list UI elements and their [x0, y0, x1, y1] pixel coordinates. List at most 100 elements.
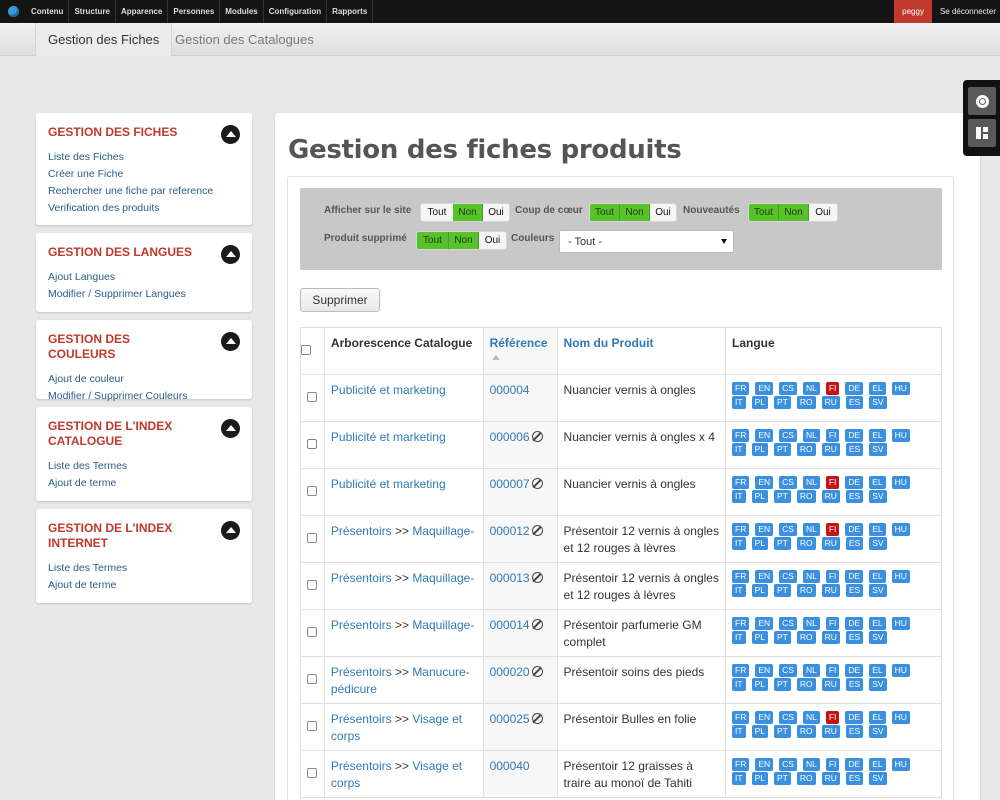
lang-badge[interactable]: RU: [821, 537, 840, 550]
lang-badge[interactable]: SV: [869, 678, 887, 691]
category-link[interactable]: Publicité et marketing: [331, 383, 446, 397]
filter-coup-non[interactable]: Non: [620, 204, 650, 221]
lang-badge[interactable]: EL: [869, 617, 886, 630]
filter-supprime-non[interactable]: Non: [449, 232, 479, 249]
lang-badge[interactable]: HU: [891, 382, 910, 395]
row-checkbox[interactable]: [307, 673, 318, 684]
lang-badge[interactable]: PT: [773, 678, 791, 691]
lang-badge[interactable]: RO: [796, 396, 816, 409]
lang-badge[interactable]: IT: [732, 772, 746, 785]
lang-badge[interactable]: EN: [755, 382, 774, 395]
filter-afficher-tout[interactable]: Tout: [421, 204, 453, 221]
layout-icon[interactable]: [968, 119, 996, 147]
sidebar-link[interactable]: Ajout de couleur: [48, 371, 240, 388]
filter-supprime-oui[interactable]: Oui: [479, 232, 506, 249]
lang-badge[interactable]: HU: [891, 476, 910, 489]
lang-badge[interactable]: EN: [755, 523, 774, 536]
collapse-icon[interactable]: [221, 521, 240, 540]
lang-badge[interactable]: NL: [802, 523, 820, 536]
lang-badge[interactable]: NL: [802, 476, 820, 489]
category-sublink[interactable]: Maquillage-: [412, 571, 474, 585]
lang-badge[interactable]: NL: [802, 382, 820, 395]
lang-badge[interactable]: ES: [845, 631, 864, 644]
lang-badge[interactable]: RU: [821, 725, 840, 738]
row-checkbox[interactable]: [307, 485, 318, 496]
lang-badge[interactable]: EL: [869, 664, 886, 677]
lang-badge[interactable]: PL: [751, 584, 768, 597]
lang-badge[interactable]: FI: [825, 570, 840, 583]
lang-badge[interactable]: CS: [779, 476, 797, 489]
lang-badge[interactable]: RO: [796, 725, 816, 738]
lang-badge[interactable]: SV: [869, 725, 887, 738]
category-link[interactable]: Présentoirs: [331, 571, 392, 585]
lang-badge[interactable]: RU: [821, 772, 840, 785]
lang-badge[interactable]: SV: [869, 631, 887, 644]
lang-badge[interactable]: EL: [869, 429, 886, 442]
lang-badge[interactable]: FI: [825, 523, 840, 536]
category-sublink[interactable]: Maquillage-: [412, 618, 474, 632]
sidebar-link[interactable]: Liste des Termes: [48, 458, 240, 475]
lang-badge[interactable]: DE: [845, 664, 864, 677]
lang-badge[interactable]: ES: [845, 396, 864, 409]
lang-badge[interactable]: FR: [732, 523, 750, 536]
sidebar-link[interactable]: Créer une Fiche: [48, 166, 240, 183]
lang-badge[interactable]: CS: [779, 758, 797, 771]
lang-badge[interactable]: EN: [755, 758, 774, 771]
lang-badge[interactable]: EN: [755, 617, 774, 630]
category-link[interactable]: Présentoirs: [331, 665, 392, 679]
lang-badge[interactable]: RO: [796, 537, 816, 550]
lang-badge[interactable]: DE: [845, 758, 864, 771]
lang-badge[interactable]: CS: [779, 664, 797, 677]
lang-badge[interactable]: FR: [732, 382, 750, 395]
lang-badge[interactable]: FR: [732, 476, 750, 489]
sidebar-link[interactable]: Modifier / Supprimer Couleurs: [48, 388, 240, 405]
reference-link[interactable]: 000004: [490, 383, 530, 397]
lang-badge[interactable]: HU: [891, 429, 910, 442]
lang-badge[interactable]: CS: [779, 523, 797, 536]
lang-badge[interactable]: CS: [779, 711, 797, 724]
reference-link[interactable]: 000014: [490, 618, 530, 632]
lang-badge[interactable]: NL: [802, 570, 820, 583]
lang-badge[interactable]: EN: [755, 476, 774, 489]
lang-badge[interactable]: IT: [732, 537, 746, 550]
lang-badge[interactable]: PT: [773, 396, 791, 409]
lang-badge[interactable]: EN: [755, 429, 774, 442]
col-nom-link[interactable]: Nom du Produit: [564, 336, 654, 350]
col-nom[interactable]: Nom du Produit: [556, 327, 727, 375]
sidebar-link[interactable]: Liste des Termes: [48, 560, 240, 577]
lang-badge[interactable]: ES: [845, 537, 864, 550]
lang-badge[interactable]: FI: [825, 758, 840, 771]
lang-badge[interactable]: SV: [869, 537, 887, 550]
lang-badge[interactable]: EN: [755, 570, 774, 583]
lang-badge[interactable]: PL: [751, 631, 768, 644]
col-reference-link[interactable]: Référence: [490, 336, 548, 350]
lang-badge[interactable]: FI: [825, 711, 840, 724]
lang-badge[interactable]: ES: [845, 772, 864, 785]
lang-badge[interactable]: IT: [732, 725, 746, 738]
admin-menu-item[interactable]: Personnes: [168, 0, 221, 23]
lang-badge[interactable]: CS: [779, 382, 797, 395]
sidebar-link[interactable]: Ajout de terme: [48, 577, 240, 594]
lang-badge[interactable]: RU: [821, 584, 840, 597]
lang-badge[interactable]: PT: [773, 772, 791, 785]
lang-badge[interactable]: EL: [869, 382, 886, 395]
lang-badge[interactable]: EN: [755, 711, 774, 724]
lang-badge[interactable]: NL: [802, 429, 820, 442]
lang-badge[interactable]: PL: [751, 725, 768, 738]
lang-badge[interactable]: RU: [821, 396, 840, 409]
lang-badge[interactable]: IT: [732, 396, 746, 409]
sidebar-link[interactable]: Liste des Fiches: [48, 149, 240, 166]
lang-badge[interactable]: PT: [773, 584, 791, 597]
col-reference[interactable]: Référence: [482, 327, 558, 375]
lang-badge[interactable]: DE: [845, 429, 864, 442]
tab-gestion-catalogues[interactable]: Gestion des Catalogues: [163, 23, 326, 56]
collapse-icon[interactable]: [221, 245, 240, 264]
lang-badge[interactable]: RU: [821, 490, 840, 503]
lang-badge[interactable]: FI: [825, 664, 840, 677]
delete-button[interactable]: Supprimer: [300, 288, 380, 312]
admin-menu-item[interactable]: Structure: [69, 0, 116, 23]
reference-link[interactable]: 000025: [490, 712, 530, 726]
admin-menu-item[interactable]: Modules: [220, 0, 264, 23]
lang-badge[interactable]: PT: [773, 443, 791, 456]
reference-link[interactable]: 000012: [490, 524, 530, 538]
